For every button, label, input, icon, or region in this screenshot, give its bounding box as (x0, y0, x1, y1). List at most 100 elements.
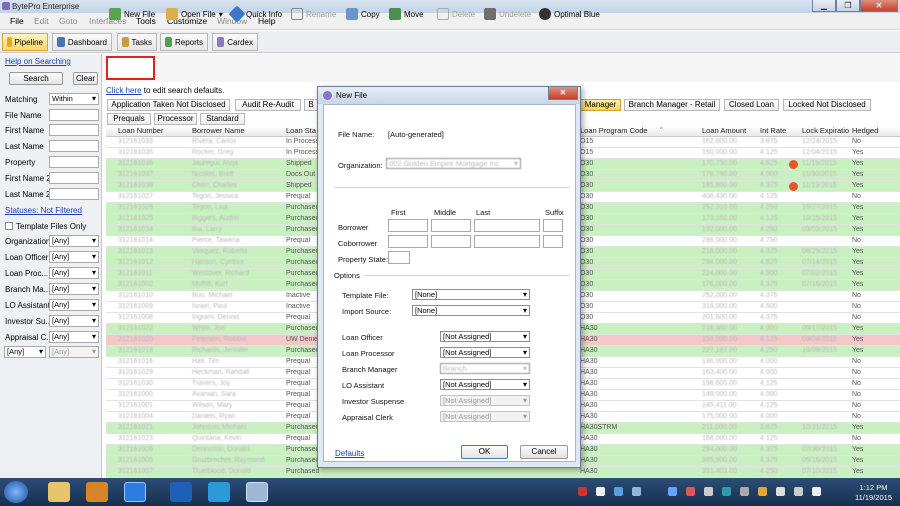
rename-button[interactable]: Rename (291, 5, 336, 23)
filter-b[interactable]: B (304, 99, 318, 111)
template-files-checkbox[interactable] (5, 222, 13, 230)
coborrower-first-input[interactable] (388, 235, 428, 248)
warning-icon[interactable] (789, 160, 798, 169)
bytepro-taskbar-icon[interactable] (246, 482, 268, 502)
outlook-icon[interactable] (170, 482, 192, 502)
borrower-middle-input[interactable] (431, 219, 471, 232)
tray-wifi-icon[interactable] (776, 487, 785, 496)
tray-flag-icon[interactable] (758, 487, 767, 496)
tray-acrobat-icon[interactable] (578, 487, 587, 496)
help-on-searching-link[interactable]: Help on Searching (5, 57, 71, 66)
minimize-button[interactable]: ▁ (812, 0, 836, 12)
col-loan-program-code[interactable]: Loan Program Code (580, 126, 648, 137)
media-player-icon[interactable] (86, 482, 108, 502)
filter-audit-re-audit[interactable]: Audit Re-Audit (235, 99, 301, 111)
tab-reports[interactable]: Reports (160, 33, 208, 51)
cancel-button[interactable]: Cancel (520, 445, 568, 459)
loan-officer-select[interactable]: [Not Assigned] (440, 331, 530, 342)
loan-processor-filter-select[interactable]: [Any] (49, 267, 99, 279)
tray-device-icon[interactable] (740, 487, 749, 496)
import-source-select[interactable]: [None] (412, 305, 530, 316)
tray-app-icon[interactable] (614, 487, 623, 496)
tab-dashboard[interactable]: Dashboard (52, 33, 112, 51)
filter-locked-not-disclosed[interactable]: Locked Not Disclosed (783, 99, 871, 111)
optimal-blue-button[interactable]: Optimal Blue (539, 5, 600, 23)
custom-field-select[interactable]: [Any] (4, 346, 46, 358)
teamviewer-icon[interactable] (208, 482, 230, 502)
defaults-link[interactable]: Defaults (335, 449, 364, 458)
search-button[interactable]: Search (9, 72, 63, 85)
borrower-suffix-input[interactable] (543, 219, 563, 232)
warning-icon[interactable] (789, 182, 798, 191)
open-file-button[interactable]: Open File ▾ (166, 5, 223, 23)
tab-tasks[interactable]: Tasks (117, 33, 157, 51)
investor-suspense-select[interactable]: [Not Assigned] (440, 395, 530, 406)
edit-search-defaults-link[interactable]: Click here (106, 86, 142, 95)
coborrower-suffix-input[interactable] (543, 235, 563, 248)
new-file-button[interactable]: New File (109, 5, 155, 23)
organization-filter-select[interactable]: [Any] (49, 235, 99, 247)
taskbar-clock[interactable]: 1:12 PM 11/19/2015 (855, 483, 892, 503)
col-borrower-name[interactable]: Borrower Name (192, 126, 245, 137)
file-name-input[interactable] (49, 109, 99, 121)
tray-security-icon[interactable] (722, 487, 731, 496)
close-window-button[interactable]: ✕ (860, 0, 898, 12)
menu-edit[interactable]: Edit (34, 16, 49, 26)
investor-suspense-filter-select[interactable]: [Any] (49, 315, 99, 327)
branch-manager-select[interactable]: Branch (440, 363, 530, 374)
quick-info-button[interactable]: Quick Info (228, 5, 282, 23)
col-int-rate[interactable]: Int Rate (760, 126, 786, 137)
statuses-filter-link[interactable]: Statuses: Not Filtered (5, 206, 82, 215)
tray-bluetooth-icon[interactable] (668, 487, 677, 496)
branch-manager-filter-select[interactable]: [Any] (49, 283, 99, 295)
table-row[interactable]: 312161007 Truelblood, Donald Purchased HA30… (106, 467, 900, 478)
loan-officer-filter-select[interactable]: [Any] (49, 251, 99, 263)
filter-application-taken[interactable]: Application Taken Not Disclosed (107, 99, 230, 111)
last-name-input[interactable] (49, 140, 99, 152)
undelete-button[interactable]: Undelete (484, 5, 531, 23)
appraisal-clerk-select[interactable]: [Not Assigned] (440, 411, 530, 422)
copy-button[interactable]: Copy (346, 5, 380, 23)
coborrower-middle-input[interactable] (431, 235, 471, 248)
coborrower-last-input[interactable] (474, 235, 540, 248)
lo-assistant-select[interactable]: [Not Assigned] (440, 379, 530, 390)
explorer-icon[interactable] (48, 482, 70, 502)
first-name-input[interactable] (49, 124, 99, 136)
tray-power-icon[interactable] (794, 487, 803, 496)
filter-processor[interactable]: Processor (154, 113, 197, 125)
filter-prequals[interactable]: Prequals (107, 113, 151, 125)
clear-button[interactable]: Clear (73, 72, 98, 85)
col-loan-number[interactable]: Loan Number (118, 126, 163, 137)
property-state-input[interactable] (388, 251, 410, 264)
custom-value-select[interactable]: [Any] (49, 346, 99, 358)
tray-shield-icon[interactable] (686, 487, 695, 496)
tray-chevron-icon[interactable] (704, 487, 713, 496)
tray-monitor-icon[interactable] (632, 487, 641, 496)
tab-pipeline[interactable]: Pipeline (2, 33, 48, 51)
start-button[interactable] (4, 481, 28, 503)
borrower-first-input[interactable] (388, 219, 428, 232)
filter-standard[interactable]: Standard (200, 113, 245, 125)
tray-network-icon[interactable] (596, 487, 605, 496)
tab-cardex[interactable]: Cardex (212, 33, 258, 51)
template-file-select[interactable]: [None] (412, 289, 530, 300)
col-hedged[interactable]: Hedged (852, 126, 878, 137)
filter-manager[interactable]: Manager (580, 99, 621, 111)
borrower-last-input[interactable] (474, 219, 540, 232)
internet-explorer-icon[interactable] (124, 482, 146, 502)
menu-goto[interactable]: Goto (59, 16, 77, 26)
first-name-2-input[interactable] (49, 172, 99, 184)
menu-file[interactable]: File (10, 16, 24, 26)
organization-select[interactable]: 002 Golden Empire Mortgage Inc (386, 158, 521, 169)
appraisal-clerk-filter-select[interactable]: [Any] (49, 331, 99, 343)
filter-closed-loan[interactable]: Closed Loan (724, 99, 779, 111)
dialog-close-button[interactable]: ✕ (548, 87, 578, 100)
lo-assistant-filter-select[interactable]: [Any] (49, 299, 99, 311)
loan-processor-select[interactable]: [Not Assigned] (440, 347, 530, 358)
matching-select[interactable]: Within (49, 93, 99, 105)
property-input[interactable] (49, 156, 99, 168)
last-name-2-input[interactable] (49, 188, 99, 200)
col-loan-status[interactable]: Loan Sta (286, 126, 316, 137)
col-lock-expiration[interactable]: Lock Expiratio (802, 126, 849, 137)
chevron-down-icon[interactable]: ▾ (219, 10, 223, 19)
